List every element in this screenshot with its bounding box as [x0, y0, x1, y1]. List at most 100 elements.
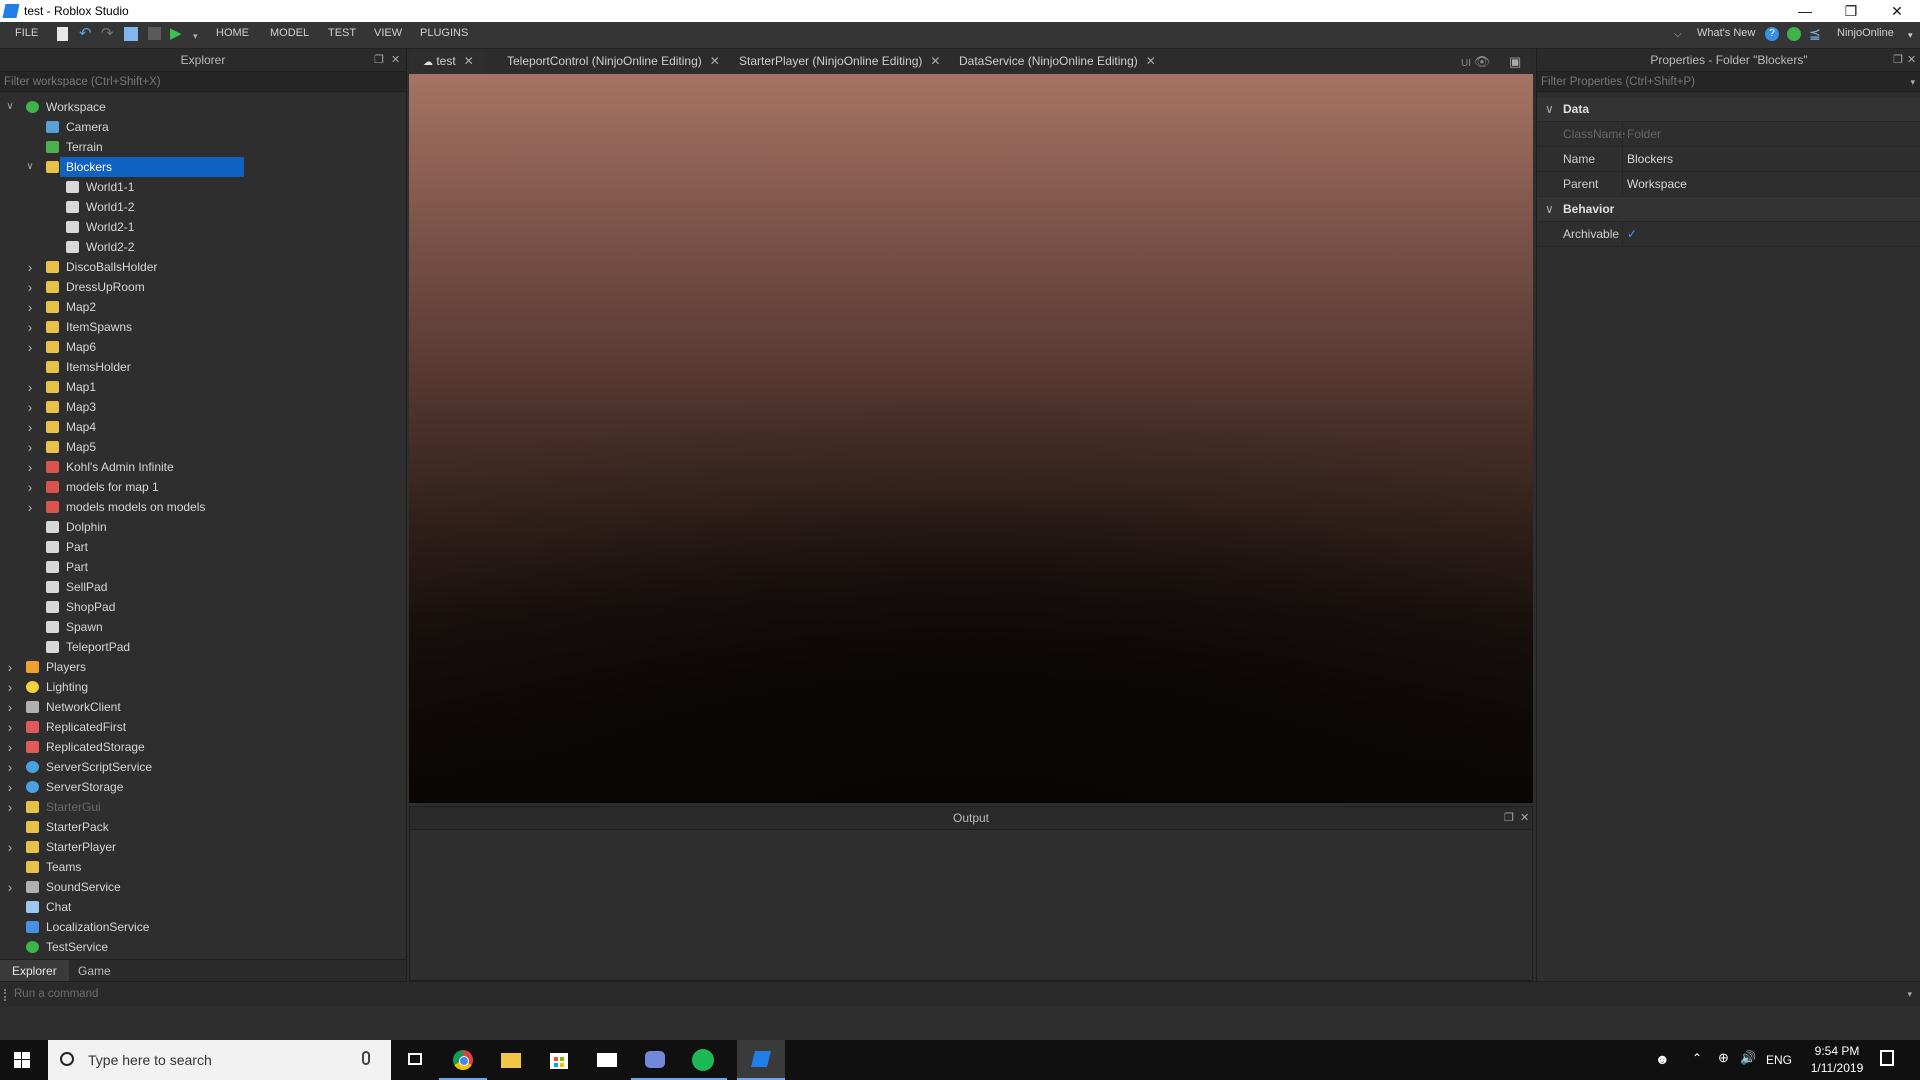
chevron-right-icon[interactable]: ›: [4, 797, 16, 817]
chevron-right-icon[interactable]: ›: [24, 397, 36, 417]
close-tab-icon[interactable]: ✕: [710, 54, 720, 68]
wifi-icon[interactable]: ⊕: [1718, 1050, 1729, 1066]
tree-item[interactable]: › ServerScriptService: [0, 757, 406, 777]
ui-toggle[interactable]: UI 👁: [1461, 49, 1490, 74]
tab-explorer[interactable]: Explorer: [0, 960, 69, 982]
tree-item[interactable]: › ReplicatedStorage: [0, 737, 406, 757]
chevron-right-icon[interactable]: ›: [4, 657, 16, 677]
people-icon[interactable]: ☻: [1655, 1051, 1670, 1067]
explorer-close-icon[interactable]: ✕: [391, 49, 400, 71]
chevron-right-icon[interactable]: ›: [24, 377, 36, 397]
mail-icon[interactable]: [583, 1040, 631, 1080]
properties-close-icon[interactable]: ✕: [1907, 49, 1916, 71]
menu-home[interactable]: HOME: [216, 27, 249, 39]
clock-date[interactable]: 1/11/2019: [1807, 1061, 1867, 1075]
tree-item[interactable]: Part: [0, 537, 406, 557]
tree-item[interactable]: ∨ Workspace: [0, 97, 406, 117]
tab-teleport-control[interactable]: TeleportControl (NinjoOnline Editing) ✕: [497, 49, 730, 74]
chevron-down-icon[interactable]: ∨: [24, 157, 36, 177]
tree-item[interactable]: › Map1: [0, 377, 406, 397]
tree-item[interactable]: › Map5: [0, 437, 406, 457]
menu-view[interactable]: VIEW: [374, 27, 402, 39]
chevron-right-icon[interactable]: ›: [24, 317, 36, 337]
chevron-down-icon[interactable]: ∨: [1545, 197, 1554, 221]
clock-time[interactable]: 9:54 PM: [1807, 1044, 1867, 1058]
tree-item[interactable]: › Map2: [0, 297, 406, 317]
chevron-right-icon[interactable]: ›: [24, 337, 36, 357]
chevron-right-icon[interactable]: ›: [4, 757, 16, 777]
properties-float-icon[interactable]: ❐: [1893, 49, 1903, 71]
microphone-icon[interactable]: [362, 1051, 370, 1065]
spotify-icon[interactable]: [679, 1040, 727, 1080]
chevron-down-icon[interactable]: ∨: [1545, 97, 1554, 121]
menu-plugins[interactable]: PLUGINS: [420, 27, 468, 39]
chevron-right-icon[interactable]: ›: [4, 837, 16, 857]
whats-new-link[interactable]: What's New: [1697, 27, 1755, 39]
store-icon[interactable]: [535, 1040, 583, 1080]
file-explorer-icon[interactable]: [487, 1040, 535, 1080]
chevron-right-icon[interactable]: ›: [24, 477, 36, 497]
command-dropdown-icon[interactable]: ▾: [1907, 989, 1912, 1000]
chevron-right-icon[interactable]: ›: [4, 677, 16, 697]
tree-item[interactable]: › Map3: [0, 397, 406, 417]
property-value[interactable]: Blockers: [1627, 147, 1673, 171]
tab-test[interactable]: ☁ test ✕: [411, 49, 484, 74]
tree-item[interactable]: › Players: [0, 657, 406, 677]
property-section[interactable]: ∨ Behavior: [1537, 197, 1920, 222]
taskbar-search[interactable]: Type here to search: [48, 1040, 391, 1080]
output-close-icon[interactable]: ✕: [1520, 807, 1529, 829]
tree-item[interactable]: › NetworkClient: [0, 697, 406, 717]
maximize-button[interactable]: ❐: [1828, 0, 1874, 22]
tree-item[interactable]: Spawn: [0, 617, 406, 637]
chevron-right-icon[interactable]: ›: [4, 737, 16, 757]
menu-model[interactable]: MODEL: [270, 27, 309, 39]
tree-item[interactable]: › SoundService: [0, 877, 406, 897]
close-window-button[interactable]: ✕: [1874, 0, 1920, 22]
game-viewport[interactable]: [409, 74, 1533, 803]
tree-item[interactable]: TeleportPad: [0, 637, 406, 657]
tree-item[interactable]: › StarterGui: [0, 797, 406, 817]
tree-item[interactable]: › models for map 1: [0, 477, 406, 497]
chevron-right-icon[interactable]: ›: [24, 497, 36, 517]
discord-icon[interactable]: [631, 1040, 679, 1080]
share-icon[interactable]: ⪳: [1809, 25, 1824, 41]
chevron-right-icon[interactable]: ›: [24, 257, 36, 277]
tree-item[interactable]: StarterPack: [0, 817, 406, 837]
tree-item[interactable]: Part: [0, 557, 406, 577]
chrome-icon[interactable]: [439, 1040, 487, 1080]
command-bar[interactable]: Run a command ▾: [0, 981, 1920, 1008]
tab-data-service[interactable]: DataService (NinjoOnline Editing) ✕: [949, 49, 1166, 74]
task-view-icon[interactable]: [391, 1040, 439, 1080]
chevron-down-icon[interactable]: ∨: [4, 97, 16, 117]
action-center-icon[interactable]: [1880, 1050, 1894, 1066]
minimize-button[interactable]: —: [1782, 0, 1828, 22]
close-tab-icon[interactable]: ✕: [930, 54, 940, 68]
close-tab-icon[interactable]: ✕: [1146, 54, 1156, 68]
device-emulator-icon[interactable]: ▣: [1509, 49, 1521, 74]
tree-item[interactable]: Terrain: [0, 137, 406, 157]
tree-item[interactable]: World1-1: [0, 177, 406, 197]
language-indicator[interactable]: ENG: [1766, 1053, 1792, 1067]
tree-item[interactable]: ItemsHolder: [0, 357, 406, 377]
chevron-right-icon[interactable]: ›: [24, 277, 36, 297]
tree-item[interactable]: Dolphin: [0, 517, 406, 537]
tree-item[interactable]: LocalizationService: [0, 917, 406, 937]
tree-item[interactable]: › ServerStorage: [0, 777, 406, 797]
tree-item[interactable]: › ReplicatedFirst: [0, 717, 406, 737]
tree-item[interactable]: › ItemSpawns: [0, 317, 406, 337]
chevron-right-icon[interactable]: ›: [4, 697, 16, 717]
output-float-icon[interactable]: ❐: [1504, 807, 1514, 829]
help-icon[interactable]: ?: [1765, 27, 1779, 41]
menu-test[interactable]: TEST: [328, 27, 356, 39]
tree-item[interactable]: World1-2: [0, 197, 406, 217]
user-name[interactable]: NinjoOnline: [1837, 27, 1894, 39]
close-tab-icon[interactable]: ✕: [464, 54, 474, 68]
volume-icon[interactable]: 🔊: [1740, 1050, 1756, 1066]
tree-item[interactable]: › Lighting: [0, 677, 406, 697]
properties-filter-input[interactable]: Filter Properties (Ctrl+Shift+P) ▾: [1537, 72, 1920, 92]
chevron-right-icon[interactable]: ›: [24, 297, 36, 317]
chevron-right-icon[interactable]: ›: [4, 877, 16, 897]
tree-item[interactable]: › models models on models: [0, 497, 406, 517]
tree-item[interactable]: ShopPad: [0, 597, 406, 617]
windows-start-icon[interactable]: [14, 1052, 30, 1068]
